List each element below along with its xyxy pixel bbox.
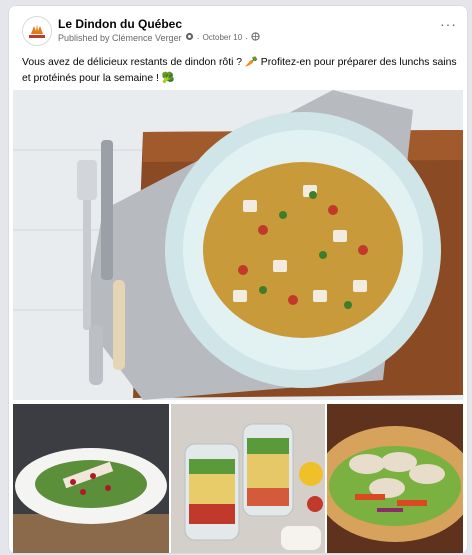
- page-avatar[interactable]: [22, 16, 52, 46]
- post-date[interactable]: October 10: [203, 33, 243, 42]
- thumbnail-mason-jars[interactable]: [171, 404, 325, 553]
- published-by-text[interactable]: Published by Clémence Verger: [58, 33, 182, 43]
- post-card: Le Dindon du Québec Published by Clémenc…: [9, 6, 467, 553]
- page-name-link[interactable]: Le Dindon du Québec: [58, 17, 182, 31]
- more-options-icon[interactable]: ···: [440, 17, 457, 31]
- post-caption: Vous avez de délicieux restants de dindo…: [22, 57, 457, 84]
- thumbnail-pomegranate-salad[interactable]: [13, 404, 169, 553]
- main-photo-turkey-salad[interactable]: [13, 90, 463, 400]
- gear-icon[interactable]: [185, 32, 194, 43]
- thumbnail-turkey-sandwich[interactable]: [327, 404, 463, 553]
- meta-separator: ·: [196, 32, 200, 43]
- globe-icon: [251, 32, 260, 43]
- meta-separator-2: ·: [245, 32, 249, 43]
- post-meta: Published by Clémence Verger · October 1…: [58, 32, 260, 43]
- turkey-logo-icon: [23, 17, 51, 45]
- post-header: Le Dindon du Québec Published by Clémenc…: [9, 6, 467, 46]
